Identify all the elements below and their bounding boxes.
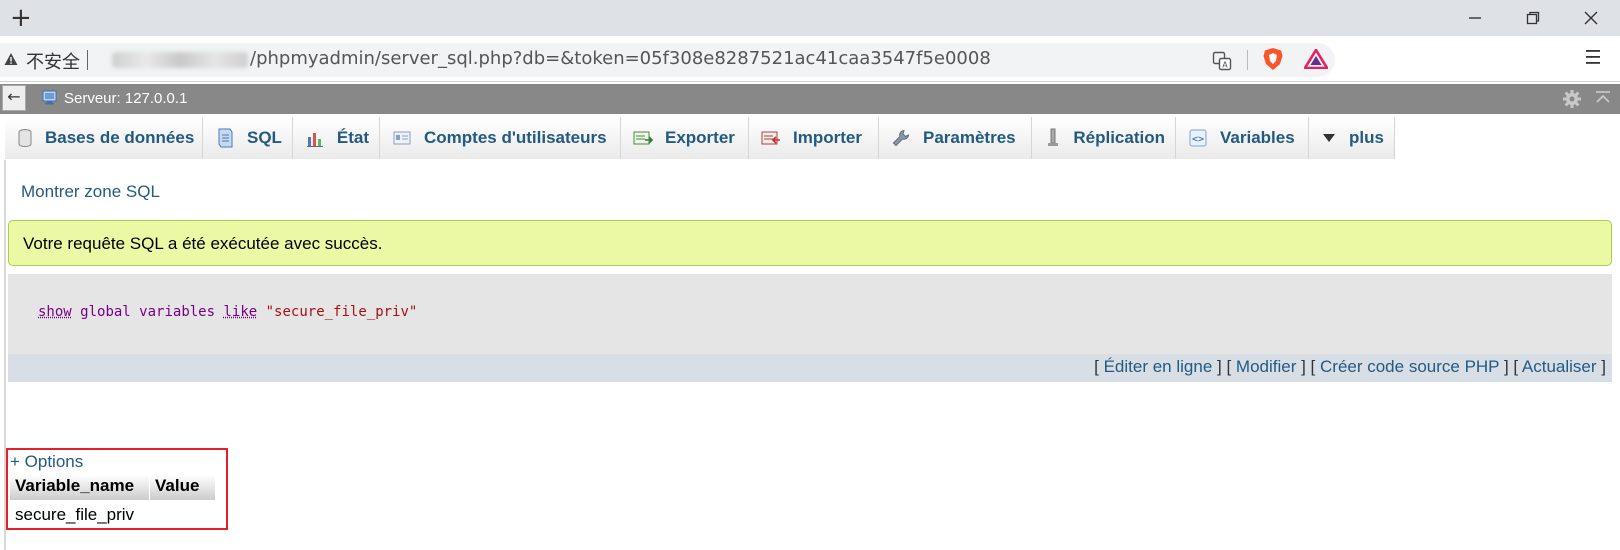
tab-import[interactable]: Importer xyxy=(749,117,879,159)
export-icon xyxy=(633,128,653,148)
column-header-value[interactable]: Value xyxy=(150,475,216,500)
inline-edit-link[interactable]: Éditer en ligne xyxy=(1104,357,1213,376)
warning-icon xyxy=(4,53,18,65)
tab-label: Comptes d'utilisateurs xyxy=(424,128,607,147)
tab-label: Variables xyxy=(1220,128,1295,147)
menu-icon[interactable] xyxy=(1586,49,1600,65)
translate-icon[interactable]: A xyxy=(1212,51,1232,71)
status-icon xyxy=(305,128,325,148)
refresh-link[interactable]: Actualiser xyxy=(1522,357,1597,376)
sql-string: "secure_file_priv" xyxy=(265,304,418,320)
address-bar: 不安全 /phpmyadmin/server_sql.php?db=&token… xyxy=(0,36,1620,82)
result-highlight-box: + Options Variable_name Value secure_fil… xyxy=(6,448,228,530)
svg-text:A: A xyxy=(1222,61,1228,70)
new-tab-button[interactable]: + xyxy=(10,4,32,32)
tab-label: Exporter xyxy=(665,128,735,147)
query-actions-bar: [ Éditer en ligne ] [ Modifier ] [ Créer… xyxy=(8,354,1612,382)
server-breadcrumb-bar: ← Serveur: 127.0.0.1 xyxy=(0,84,1620,114)
close-icon xyxy=(1584,11,1598,25)
query-actions: [ Éditer en ligne ] [ Modifier ] [ Créer… xyxy=(1094,357,1606,376)
server-icon xyxy=(42,90,57,105)
browser-tab-strip: + xyxy=(0,0,1620,36)
edit-link[interactable]: Modifier xyxy=(1236,357,1296,376)
toolbar-separator xyxy=(1247,50,1248,70)
tab-export[interactable]: Exporter xyxy=(621,117,749,159)
import-icon xyxy=(761,128,781,148)
server-label[interactable]: Serveur: 127.0.0.1 xyxy=(64,90,187,107)
brave-rewards-icon[interactable] xyxy=(1304,49,1328,69)
tab-label: État xyxy=(336,128,369,147)
tab-label: Réplication xyxy=(1073,128,1165,147)
sql-query: show global variables like "secure_file_… xyxy=(38,304,417,320)
redacted-host xyxy=(112,52,248,68)
tab-status[interactable]: État xyxy=(293,117,380,159)
sql-keyword: variables xyxy=(139,304,216,320)
database-icon xyxy=(17,128,33,148)
sql-query-box: show global variables like "secure_file_… xyxy=(8,274,1612,354)
column-header-variable-name[interactable]: Variable_name xyxy=(10,475,150,500)
triangle-down-icon xyxy=(1321,128,1337,148)
brave-shield-icon[interactable] xyxy=(1262,47,1284,71)
variables-icon: <> xyxy=(1188,128,1208,148)
sql-keyword[interactable]: show xyxy=(38,304,72,320)
sql-keyword: global xyxy=(80,304,131,320)
restore-icon xyxy=(1526,11,1540,25)
collapse-icon[interactable] xyxy=(1595,90,1611,106)
options-toggle[interactable]: + Options xyxy=(10,452,83,472)
tab-label: plus xyxy=(1349,128,1384,147)
svg-text:<>: <> xyxy=(1192,134,1204,145)
url-separator xyxy=(87,50,88,70)
gear-icon[interactable] xyxy=(1562,89,1582,109)
tab-label: Importer xyxy=(793,128,862,147)
url-text[interactable]: /phpmyadmin/server_sql.php?db=&token=05f… xyxy=(250,48,991,69)
restore-button[interactable] xyxy=(1510,6,1556,30)
tab-label: Paramètres xyxy=(923,128,1016,147)
tab-user-accounts[interactable]: Comptes d'utilisateurs xyxy=(380,117,621,159)
success-message-box: Votre requête SQL a été exécutée avec su… xyxy=(8,220,1612,266)
main-tabs: Bases de données SQL État Comptes d'util… xyxy=(5,117,1395,159)
users-icon xyxy=(392,128,412,148)
url-field[interactable]: 不安全 /phpmyadmin/server_sql.php?db=&token… xyxy=(0,43,1335,77)
tab-sql[interactable]: SQL xyxy=(203,117,293,159)
tab-label: Bases de données xyxy=(45,128,195,147)
table-header: Variable_name Value xyxy=(10,475,216,500)
create-php-code-link[interactable]: Créer code source PHP xyxy=(1320,357,1499,376)
tab-replication[interactable]: Réplication xyxy=(1032,117,1176,159)
close-window-button[interactable] xyxy=(1568,6,1614,30)
sql-keyword[interactable]: like xyxy=(223,304,257,320)
minimize-icon xyxy=(1469,17,1481,19)
success-message: Votre requête SQL a été exécutée avec su… xyxy=(23,234,383,253)
navigation-toggle-button[interactable]: ← xyxy=(2,85,26,111)
table-cell-variable-name: secure_file_priv xyxy=(15,505,135,524)
wrench-icon xyxy=(891,128,911,148)
replication-icon xyxy=(1044,128,1061,148)
sql-icon xyxy=(215,128,235,148)
show-sql-link[interactable]: Montrer zone SQL xyxy=(21,182,160,202)
tab-settings[interactable]: Paramètres xyxy=(879,117,1032,159)
tab-databases[interactable]: Bases de données xyxy=(5,117,203,159)
tab-label: SQL xyxy=(247,128,282,147)
tab-more[interactable]: plus xyxy=(1309,117,1395,159)
tab-variables[interactable]: <> Variables xyxy=(1176,117,1309,159)
minimize-button[interactable] xyxy=(1452,6,1498,30)
insecure-label: 不安全 xyxy=(26,52,80,73)
